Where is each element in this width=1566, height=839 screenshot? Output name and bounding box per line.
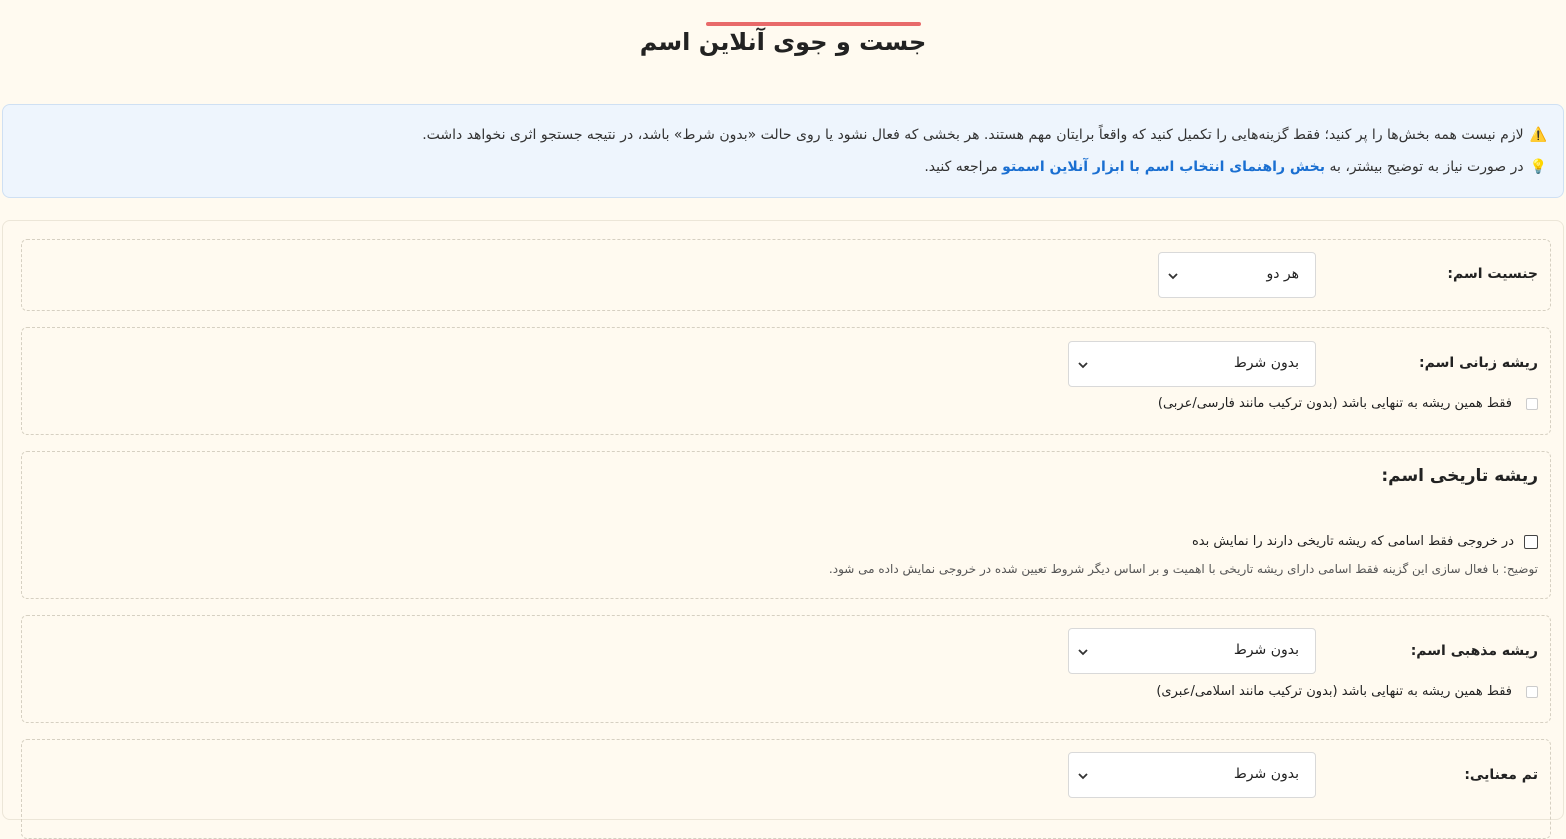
religious-only-option[interactable]: فقط همین ریشه به تنهایی باشد (بدون ترکیب… xyxy=(1156,684,1538,699)
historical-root-group: ریشه تاریخی اسم: در خروجی فقط اسامی که ر… xyxy=(21,451,1551,599)
gender-select[interactable]: هر دو xyxy=(1158,252,1316,298)
lightbulb-icon: 💡 xyxy=(1529,159,1547,175)
warning-icon: ⚠️ xyxy=(1529,127,1547,143)
chevron-down-icon xyxy=(1078,649,1088,656)
chevron-down-icon xyxy=(1168,273,1178,280)
historical-only-option[interactable]: در خروجی فقط اسامی که ریشه تاریخی دارند … xyxy=(1192,534,1538,549)
search-form: جنسیت اسم: هر دو ریشه زبانی اسم: بدون شر… xyxy=(2,220,1564,839)
tip-line: 💡 در صورت نیاز به توضیح بیشتر، به بخش راه… xyxy=(19,155,1547,187)
meaning-theme-label: تم معنایی: xyxy=(1464,767,1538,783)
gender-group: جنسیت اسم: هر دو xyxy=(21,239,1551,311)
language-root-select-value: بدون شرط xyxy=(1233,355,1299,371)
language-root-select[interactable]: بدون شرط xyxy=(1068,341,1316,387)
language-only-option[interactable]: فقط همین ریشه به تنهایی باشد (بدون ترکیب… xyxy=(1158,396,1538,411)
chevron-down-icon xyxy=(1078,362,1088,369)
meaning-theme-select[interactable]: بدون شرط xyxy=(1068,752,1316,798)
info-notice: ⚠️ لازم نیست همه بخش‌ها را پر کنید؛ فقط گ… xyxy=(2,104,1564,198)
gender-label: جنسیت اسم: xyxy=(1447,266,1538,282)
historical-note: توضیح: با فعال سازی این گزینه فقط اسامی … xyxy=(828,562,1538,576)
religious-root-select[interactable]: بدون شرط xyxy=(1068,628,1316,674)
tip-suffix: مراجعه کنید. xyxy=(924,159,1003,175)
language-only-checkbox[interactable] xyxy=(1526,397,1538,410)
language-root-label: ریشه زبانی اسم: xyxy=(1419,355,1538,371)
title-accent-bar xyxy=(706,22,921,26)
religious-root-label: ریشه مذهبی اسم: xyxy=(1410,643,1538,659)
historical-root-label: ریشه تاریخی اسم: xyxy=(1381,466,1538,486)
page-title: جست و جوی آنلاین اسم xyxy=(639,28,927,56)
chevron-down-icon xyxy=(1078,773,1088,780)
language-only-label: فقط همین ریشه به تنهایی باشد (بدون ترکیب… xyxy=(1157,396,1512,411)
language-root-group: ریشه زبانی اسم: بدون شرط فقط همین ریشه ب… xyxy=(21,327,1551,435)
page-header: جست و جوی آنلاین اسم xyxy=(0,0,1566,80)
religious-root-select-value: بدون شرط xyxy=(1233,642,1299,658)
historical-only-label: در خروجی فقط اسامی که ریشه تاریخی دارند … xyxy=(1191,534,1514,549)
historical-only-checkbox[interactable] xyxy=(1524,534,1538,549)
religious-only-label: فقط همین ریشه به تنهایی باشد (بدون ترکیب… xyxy=(1156,684,1512,699)
meaning-theme-select-value: بدون شرط xyxy=(1233,766,1299,782)
warning-text: لازم نیست همه بخش‌ها را پر کنید؛ فقط گزی… xyxy=(422,127,1524,143)
meaning-theme-group: تم معنایی: بدون شرط xyxy=(21,739,1551,839)
religious-only-checkbox[interactable] xyxy=(1526,685,1538,698)
religious-root-group: ریشه مذهبی اسم: بدون شرط فقط همین ریشه ب… xyxy=(21,615,1551,723)
guide-link[interactable]: بخش راهنمای انتخاب اسم با ابزار آنلاین ا… xyxy=(1002,159,1325,175)
warning-line: ⚠️ لازم نیست همه بخش‌ها را پر کنید؛ فقط گ… xyxy=(19,123,1547,155)
tip-prefix: در صورت نیاز به توضیح بیشتر، به xyxy=(1325,159,1524,175)
gender-select-value: هر دو xyxy=(1266,266,1299,282)
